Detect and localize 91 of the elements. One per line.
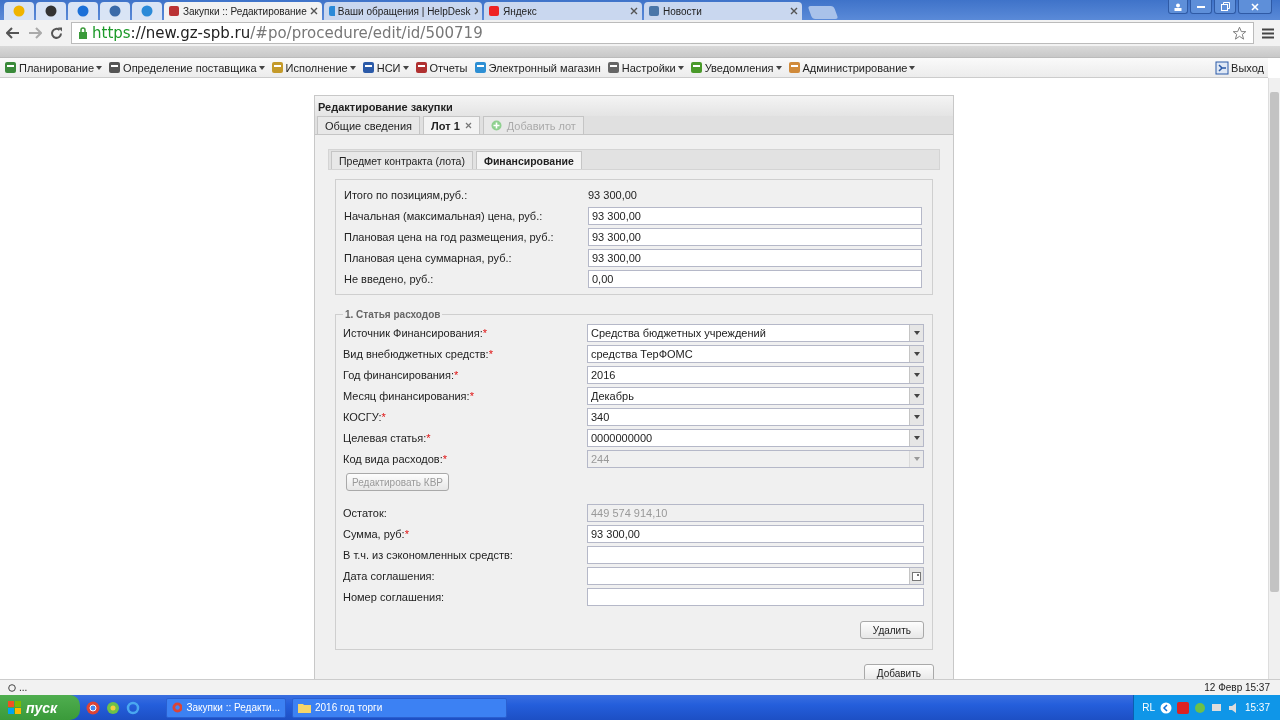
- minimize-button[interactable]: [1190, 0, 1212, 14]
- pinned-tab[interactable]: [100, 2, 130, 20]
- field-label: Плановая цена на год размещения, руб.:: [344, 231, 555, 243]
- taskbar-button[interactable]: Закупки :: Редакти...: [166, 697, 286, 718]
- menu-item[interactable]: Определение поставщика: [108, 61, 265, 74]
- select-field[interactable]: 0000000000: [587, 429, 924, 447]
- field-label: В т.ч. из сэкономленных средств:: [343, 549, 514, 561]
- field-label: Дата соглашения:: [343, 570, 436, 582]
- select-field[interactable]: Средства бюджетных учреждений: [587, 324, 924, 342]
- amount-input[interactable]: 0,00: [588, 270, 922, 288]
- amount-input[interactable]: 93 300,00: [588, 207, 922, 225]
- restore-icon: [1220, 2, 1230, 11]
- menu-icon[interactable]: [1262, 27, 1274, 39]
- url-text: https://new.gz-spb.ru/#po/procedure/edit/id/500719: [92, 24, 483, 42]
- select-field[interactable]: 2016: [587, 366, 924, 384]
- menu-item[interactable]: Отчеты: [414, 61, 468, 74]
- date-field[interactable]: [587, 567, 924, 585]
- profile-button[interactable]: [1168, 0, 1188, 14]
- minimize-icon: [1197, 5, 1205, 8]
- text-input[interactable]: 93 300,00: [587, 525, 924, 543]
- status-text: ...: [19, 682, 28, 693]
- lock-icon: [78, 27, 88, 39]
- field-label: Сумма, руб:*: [343, 528, 410, 540]
- sub-tab[interactable]: Финансирование: [475, 151, 582, 169]
- menu-item[interactable]: Администрирование: [787, 61, 916, 74]
- menu-item[interactable]: Уведомления: [689, 61, 782, 74]
- field-label: Плановая цена суммарная, руб.:: [344, 252, 513, 264]
- select-field[interactable]: Декабрь: [587, 387, 924, 405]
- dropdown-caret-icon: [913, 394, 920, 398]
- browser-tab[interactable]: Яндекс: [484, 2, 642, 20]
- field-label: Остаток:: [343, 507, 388, 519]
- chrome-icon[interactable]: [86, 700, 100, 715]
- field-label: Начальная (максимальная) цена, руб.:: [344, 210, 544, 222]
- amount-input[interactable]: 93 300,00: [588, 228, 922, 246]
- field-label: Номер соглашения:: [343, 591, 446, 603]
- restore-button[interactable]: [1214, 0, 1236, 14]
- field-label: КОСГУ:*: [343, 411, 387, 423]
- clock: 15:37: [1244, 702, 1270, 713]
- text-input[interactable]: [587, 546, 924, 564]
- dropdown-caret-icon: [913, 373, 920, 377]
- menu-item[interactable]: Планирование: [4, 61, 103, 74]
- menu-item[interactable]: НСИ: [361, 61, 409, 74]
- scrollbar[interactable]: [1268, 78, 1280, 679]
- field-label: Код вида расходов:*: [343, 453, 449, 465]
- reload-icon[interactable]: [50, 26, 63, 40]
- fieldset-legend: 1. Статья расходов: [343, 309, 443, 320]
- total-value: 93 300,00: [588, 189, 638, 201]
- delete-button[interactable]: Удалить: [859, 621, 924, 639]
- text-input[interactable]: [587, 588, 924, 606]
- field-label: Месяц финансирования:*: [343, 390, 475, 402]
- star-icon[interactable]: [1232, 25, 1247, 41]
- close-window-button[interactable]: [1238, 0, 1272, 14]
- field-label: Вид внебюджетных средств:*: [343, 348, 494, 360]
- panel-title: Редактирование закупки: [315, 96, 953, 116]
- field-label: Год финансирования:*: [343, 369, 460, 381]
- address-field[interactable]: https://new.gz-spb.ru/#po/procedure/edit/id/500719: [71, 22, 1254, 44]
- form-tab[interactable]: Лот 1: [423, 116, 480, 134]
- field-label: Целевая статья:*: [343, 432, 432, 444]
- field-label: Итого по позициям,руб.:: [344, 189, 469, 201]
- menu-item[interactable]: Настройки: [606, 61, 684, 74]
- form-tab[interactable]: Общие сведения: [317, 116, 421, 134]
- amount-input[interactable]: 93 300,00: [588, 249, 922, 267]
- windows-logo-icon: [8, 701, 22, 714]
- new-tab-button[interactable]: [807, 6, 839, 19]
- globe-icon: [8, 683, 16, 692]
- dropdown-caret-icon: [913, 457, 920, 461]
- field-label: Не введено, руб.:: [344, 273, 435, 285]
- add-icon: [490, 120, 502, 131]
- browser-tab[interactable]: Закупки :: Редактирование: [164, 2, 322, 20]
- menu-item[interactable]: Исполнение: [270, 61, 356, 74]
- status-date: 12 Февр 15:37: [1204, 682, 1270, 693]
- circle-icon: [13, 5, 25, 17]
- select-field[interactable]: средства ТерФОМС: [587, 345, 924, 363]
- dropdown-caret-icon: [913, 415, 920, 419]
- taskbar-button[interactable]: 2016 год торги: [292, 697, 507, 718]
- browser-tab[interactable]: Новости: [644, 2, 802, 20]
- select-field[interactable]: 340: [587, 408, 924, 426]
- sub-tab[interactable]: Предмет контракта (лота): [331, 151, 473, 169]
- dropdown-caret-icon: [913, 436, 920, 440]
- chrome-icon: [172, 702, 183, 713]
- dropdown-caret-icon: [913, 331, 920, 335]
- menu-item[interactable]: Электронный магазин: [473, 61, 601, 74]
- exit-link[interactable]: Выход: [1215, 60, 1264, 75]
- dropdown-caret-icon: [913, 352, 920, 356]
- add-button[interactable]: Добавить: [863, 664, 934, 679]
- calendar-icon: [912, 571, 921, 581]
- field-label: Источник Финансирования:*: [343, 327, 489, 339]
- pinned-tab[interactable]: [36, 2, 66, 20]
- back-icon[interactable]: [6, 27, 20, 39]
- browser-tab[interactable]: Ваши обращения | HelpDesk: [324, 2, 482, 20]
- exit-icon: [1215, 60, 1230, 75]
